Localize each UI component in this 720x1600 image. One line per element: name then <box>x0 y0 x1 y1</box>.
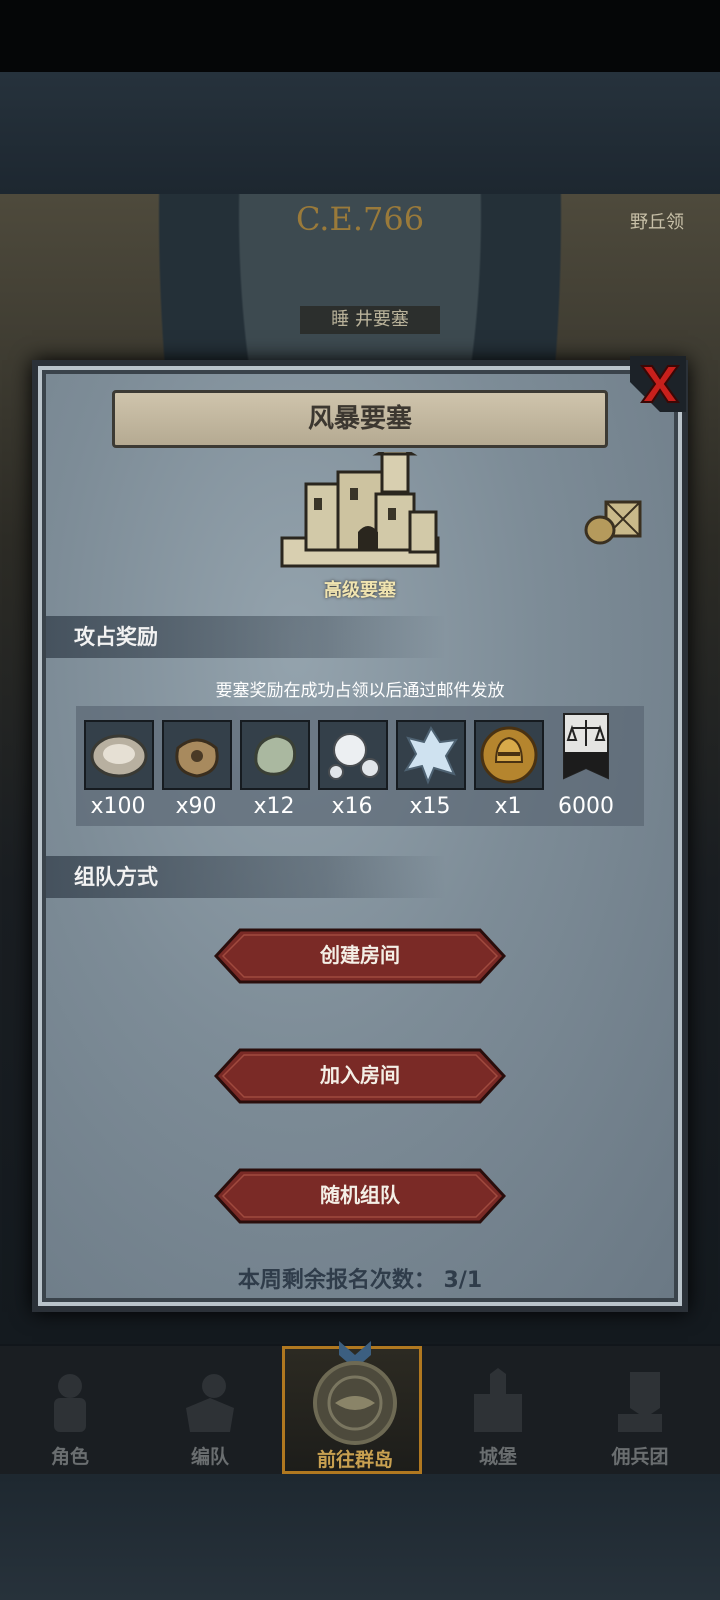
top-band <box>0 72 720 194</box>
reward-tile <box>84 720 154 790</box>
button-label: 加入房间 <box>320 1063 400 1087</box>
reward-item[interactable]: 6000 <box>548 706 624 826</box>
fortress-grade: 高级要塞 <box>324 580 396 601</box>
knight-helmet-coin-icon <box>480 726 538 784</box>
bottom-nav: 角色 编队 前往群岛 城堡 佣兵团 <box>0 1341 720 1474</box>
weekly-signup-count: 本周剩余报名次数： 3/1 <box>237 1268 483 1293</box>
oyster-icon <box>90 734 148 778</box>
formation-icon <box>186 1374 234 1432</box>
create-room-button[interactable]: 创建房间 <box>214 928 506 984</box>
era-date: C.E.766 <box>295 200 425 238</box>
nav-item-mercenary[interactable]: 佣兵团 <box>570 1346 710 1474</box>
justice-banner-icon <box>563 713 609 780</box>
nav-item-formation[interactable]: 编队 <box>140 1346 280 1474</box>
castle-icon <box>474 1368 522 1432</box>
region-tag: 野丘领 <box>630 212 684 233</box>
reward-item[interactable]: x100 <box>80 706 156 826</box>
map-fortress-label: 睡 井要塞 <box>300 306 440 334</box>
reward-note: 要塞奖励在成功占领以后通过邮件发放 <box>215 681 505 701</box>
team-section-header: 组队方式 <box>46 856 446 898</box>
title-banner: 风暴要塞 <box>112 390 608 448</box>
islands-compass-icon <box>313 1341 397 1445</box>
section-label: 组队方式 <box>74 865 158 889</box>
reward-item[interactable]: x12 <box>236 706 312 826</box>
rewards-strip: x100 x90 x12 x16 x15 x1 6000 <box>76 706 644 826</box>
fortress-castle-icon <box>280 452 440 568</box>
bottom-band <box>0 1474 720 1600</box>
jade-stone-icon <box>254 734 297 776</box>
section-label: 攻占奖励 <box>74 625 158 649</box>
reward-tile <box>474 720 544 790</box>
nav-label: 佣兵团 <box>611 1446 669 1468</box>
button-label: 随机组队 <box>320 1183 400 1207</box>
character-icon <box>54 1374 86 1432</box>
join-room-button[interactable]: 加入房间 <box>214 1048 506 1104</box>
reward-tile <box>240 720 310 790</box>
reward-item[interactable]: x1 <box>470 706 546 826</box>
reward-item[interactable]: x90 <box>158 706 234 826</box>
status-bar <box>0 0 720 72</box>
mercenary-icon <box>618 1372 662 1432</box>
nav-item-castle[interactable]: 城堡 <box>428 1346 568 1474</box>
button-label: 创建房间 <box>320 943 400 967</box>
rewards-section-header: 攻占奖励 <box>46 616 446 658</box>
nav-item-islands[interactable]: 前往群岛 <box>282 1341 422 1474</box>
nav-label: 前往群岛 <box>316 1449 393 1471</box>
nav-item-character[interactable]: 角色 <box>0 1346 140 1474</box>
pearls-icon <box>328 733 380 780</box>
nav-label: 编队 <box>190 1446 229 1468</box>
reward-item[interactable]: x16 <box>314 706 390 826</box>
random-team-button[interactable]: 随机组队 <box>214 1168 506 1224</box>
nav-label: 城堡 <box>478 1446 517 1468</box>
reward-count: 6000 <box>558 794 614 819</box>
nav-label: 角色 <box>50 1446 89 1468</box>
reward-tile <box>396 720 466 790</box>
close-icon[interactable] <box>630 356 686 412</box>
reward-tile <box>162 720 232 790</box>
crystal-icon <box>403 725 458 785</box>
reward-tile <box>318 720 388 790</box>
reward-item[interactable]: x15 <box>392 706 468 826</box>
sack-icon <box>175 738 219 778</box>
supplies-bag-icon[interactable] <box>584 496 644 546</box>
dialog-title: 风暴要塞 <box>307 404 412 434</box>
